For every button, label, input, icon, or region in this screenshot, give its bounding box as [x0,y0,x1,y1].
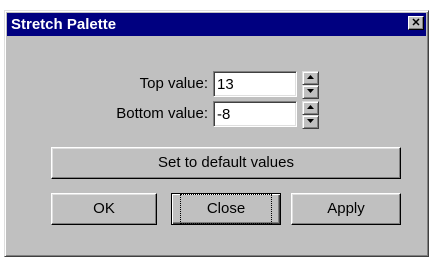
close-window-button[interactable]: ✕ [408,16,424,30]
ok-label: OK [93,200,115,217]
apply-button[interactable]: Apply [291,193,401,225]
bottom-value-label: Bottom value: [116,105,208,122]
bottom-value-spinner [302,101,319,129]
top-value-decrement-button[interactable] [302,85,319,99]
triangle-up-icon [307,75,314,79]
bottom-value-decrement-button[interactable] [302,115,319,129]
close-button[interactable]: Close [171,193,281,225]
title-bar[interactable]: Stretch Palette ✕ [7,13,426,36]
close-label: Close [206,200,246,217]
top-value-label: Top value: [139,75,208,92]
set-default-values-button[interactable]: Set to default values [51,147,401,179]
bottom-value-input[interactable] [213,101,297,127]
top-value-increment-button[interactable] [302,71,319,85]
stretch-palette-dialog: Stretch Palette ✕ Top value: Bottom valu… [4,10,429,257]
top-value-input[interactable] [213,71,297,97]
top-value-spinner [302,71,319,99]
close-icon: ✕ [411,17,421,29]
triangle-up-icon [307,105,314,109]
window-title: Stretch Palette [11,16,117,33]
bottom-value-increment-button[interactable] [302,101,319,115]
close-focus-ring: Close [180,194,272,224]
apply-label: Apply [327,200,365,217]
triangle-down-icon [307,89,314,93]
ok-button[interactable]: OK [51,193,157,225]
triangle-down-icon [307,119,314,123]
set-default-values-label: Set to default values [158,154,294,171]
